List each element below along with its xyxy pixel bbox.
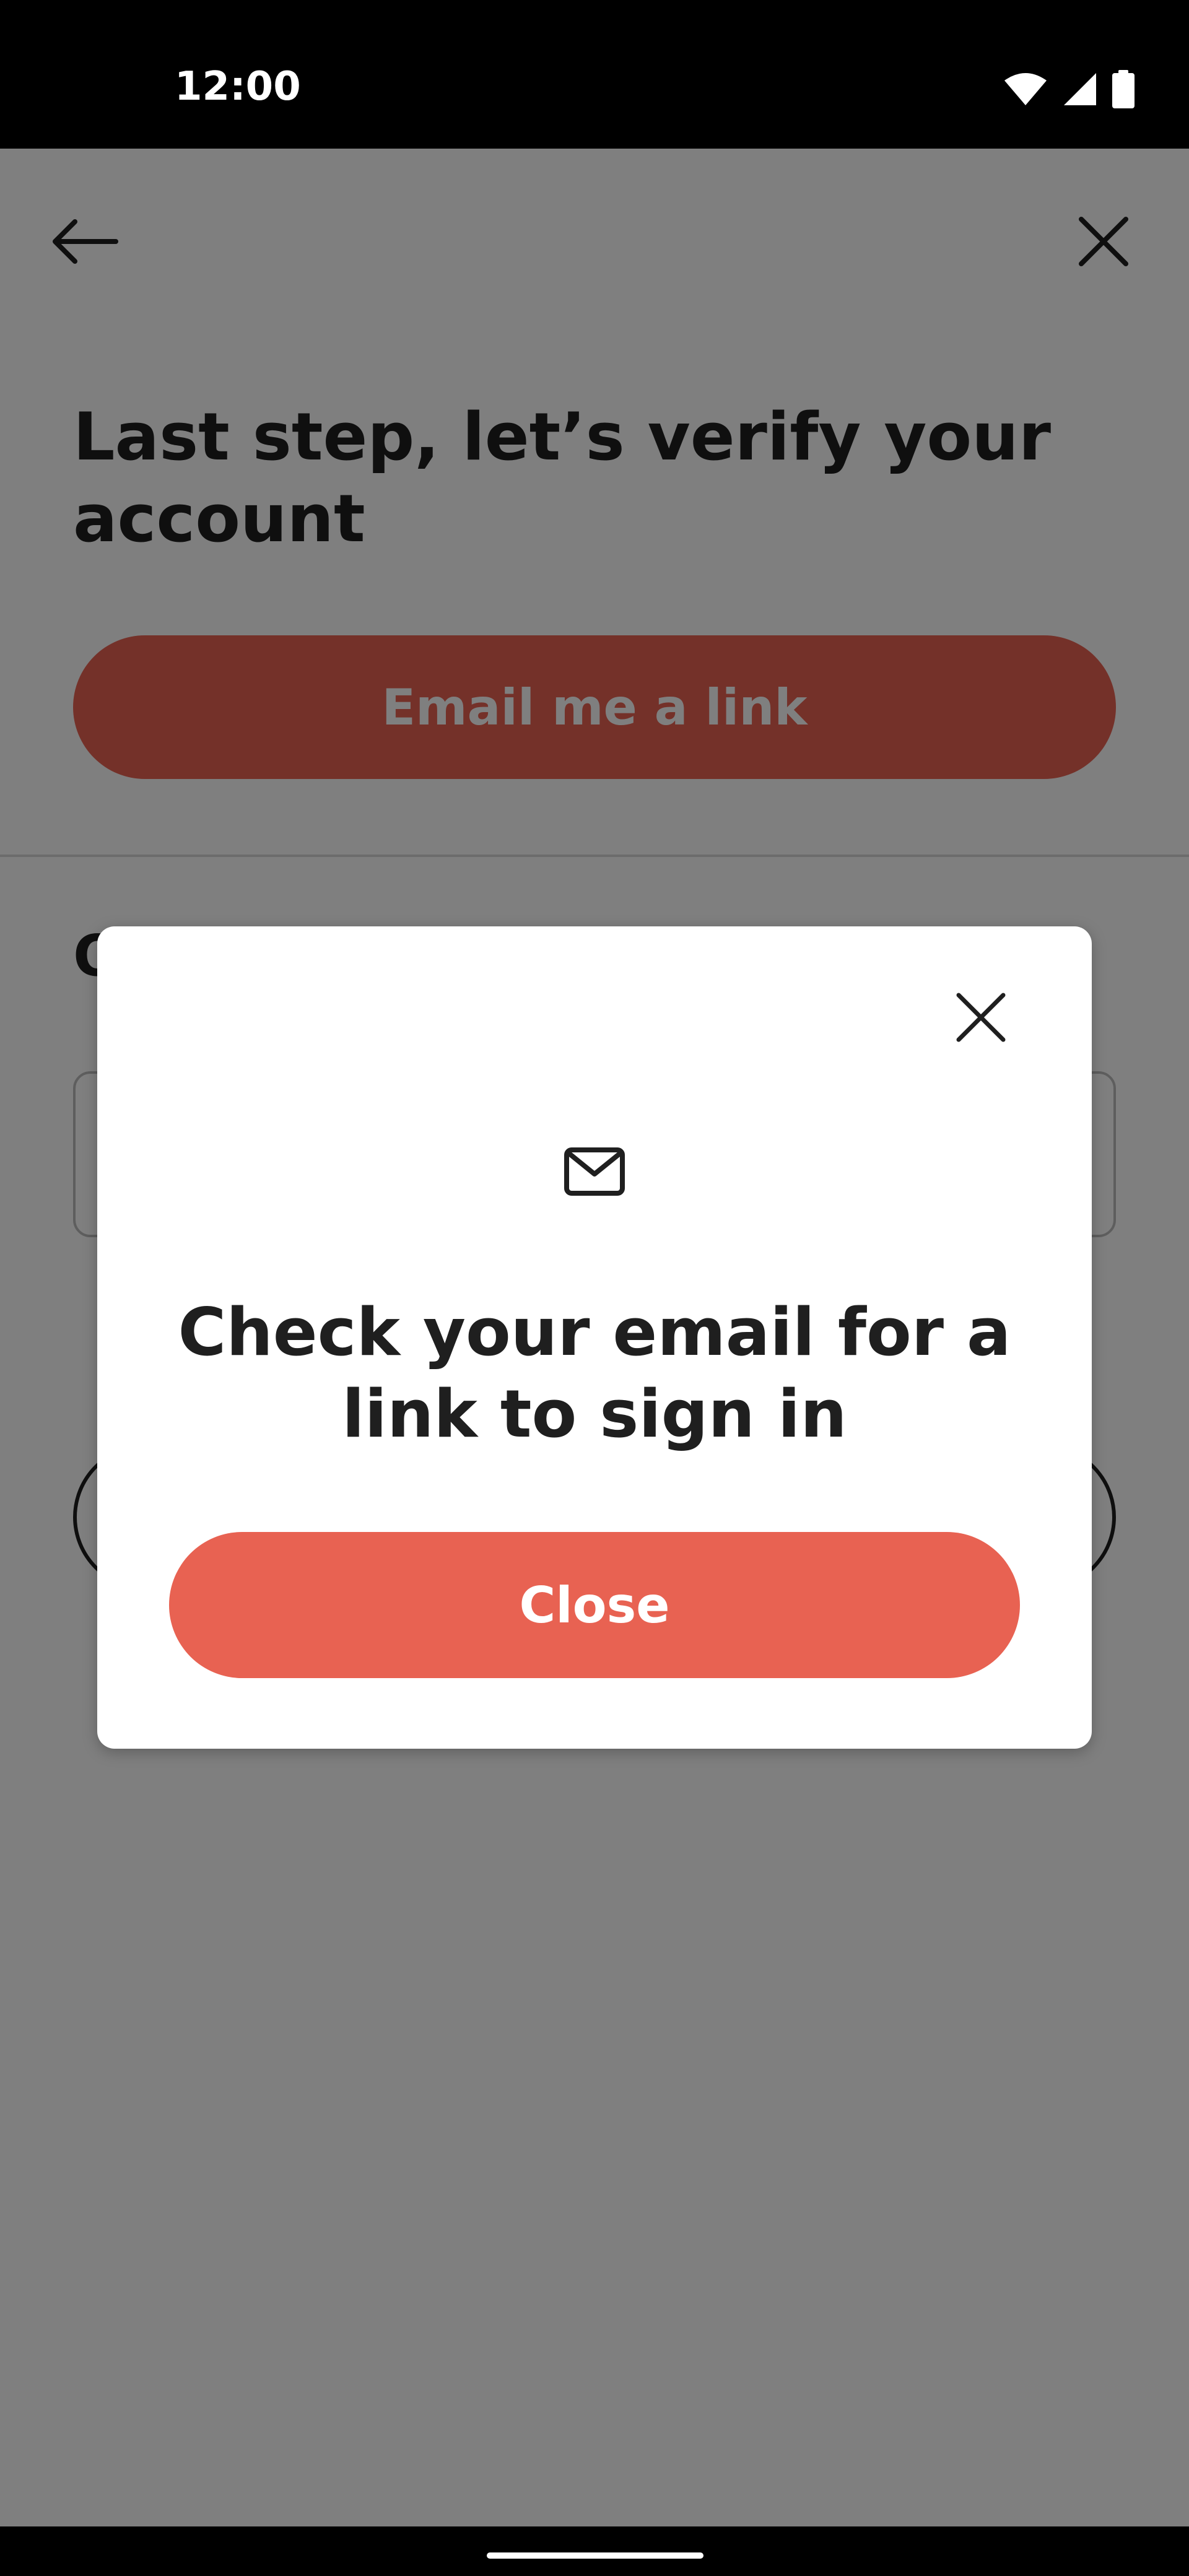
wifi-icon	[1004, 73, 1047, 105]
screen: 12:00 Last step, let’s verify y	[0, 0, 1189, 2576]
close-button[interactable]: Close	[169, 1532, 1020, 1678]
close-icon	[956, 993, 1006, 1042]
status-bar: 12:00	[0, 0, 1189, 149]
mail-icon	[564, 1147, 625, 1196]
navigation-bar	[0, 2526, 1189, 2576]
dialog-title: Check your email for a link to sign in	[178, 1294, 1011, 1452]
signal-icon	[1064, 73, 1096, 105]
check-email-dialog: Check your email for a link to sign in C…	[97, 926, 1092, 1749]
home-indicator[interactable]	[487, 2552, 703, 2559]
dialog-close-icon-button[interactable]	[934, 971, 1027, 1064]
status-icons	[1003, 69, 1135, 109]
battery-icon	[1112, 70, 1135, 108]
status-time: 12:00	[175, 64, 301, 110]
